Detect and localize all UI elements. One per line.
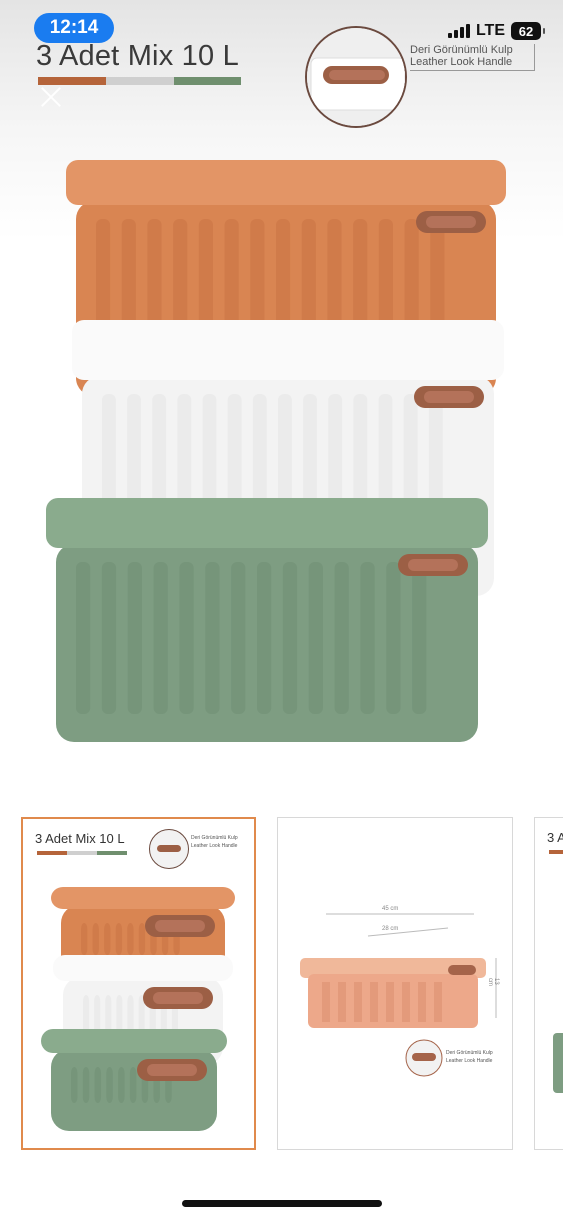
dimension-width: 45 cm — [382, 906, 399, 912]
green-box — [46, 498, 488, 742]
dimension-height: 13 cm — [487, 978, 499, 986]
signal-icon — [447, 24, 470, 38]
home-indicator[interactable] — [182, 1200, 382, 1207]
thumb-orange-box-lid — [51, 887, 235, 909]
thumb3-box-edge — [553, 1033, 563, 1093]
white-box-lid — [72, 320, 504, 380]
thumbnail-1[interactable]: 3 Adet Mix 10 L Deri Görünümlü Kulp Leat… — [21, 817, 256, 1150]
thumb-green-box-lid — [41, 1029, 227, 1053]
orange-box-lid — [66, 160, 506, 205]
battery-level: 62 — [518, 23, 534, 39]
thumb-white-box-lid — [53, 955, 233, 981]
close-icon[interactable] — [36, 82, 66, 112]
network-type: LTE — [475, 22, 505, 39]
thumb-boxes-illustration — [41, 887, 235, 1131]
thumb2-handle-label-en: Leather Look Handle — [446, 1058, 493, 1064]
status-indicators: LTE 62 — [447, 22, 545, 40]
thumb2-handle-label-tr: Deri Görünümlü Kulp — [446, 1050, 493, 1056]
thumb3-stripe — [549, 850, 563, 854]
dimension-depth: 28 cm — [382, 926, 399, 932]
thumbnail-3-title: 3 A — [547, 830, 563, 845]
storage-boxes-illustration — [46, 160, 506, 742]
product-image-hero[interactable]: 12:14 LTE 62 3 Adet Mix 10 L Deri Görünü… — [0, 0, 563, 790]
battery-icon: 62 — [511, 22, 545, 40]
thumbnail-2[interactable]: 45 cm 28 cm 13 cm Deri Görünümlü Kulp Le… — [277, 817, 513, 1150]
green-box-lid — [46, 498, 488, 548]
thumb-dimension-illustration — [300, 913, 497, 1077]
thumbnail-3[interactable]: 3 A — [534, 817, 563, 1150]
status-time: 12:14 — [34, 13, 114, 43]
thumb-green-box — [41, 1029, 227, 1131]
